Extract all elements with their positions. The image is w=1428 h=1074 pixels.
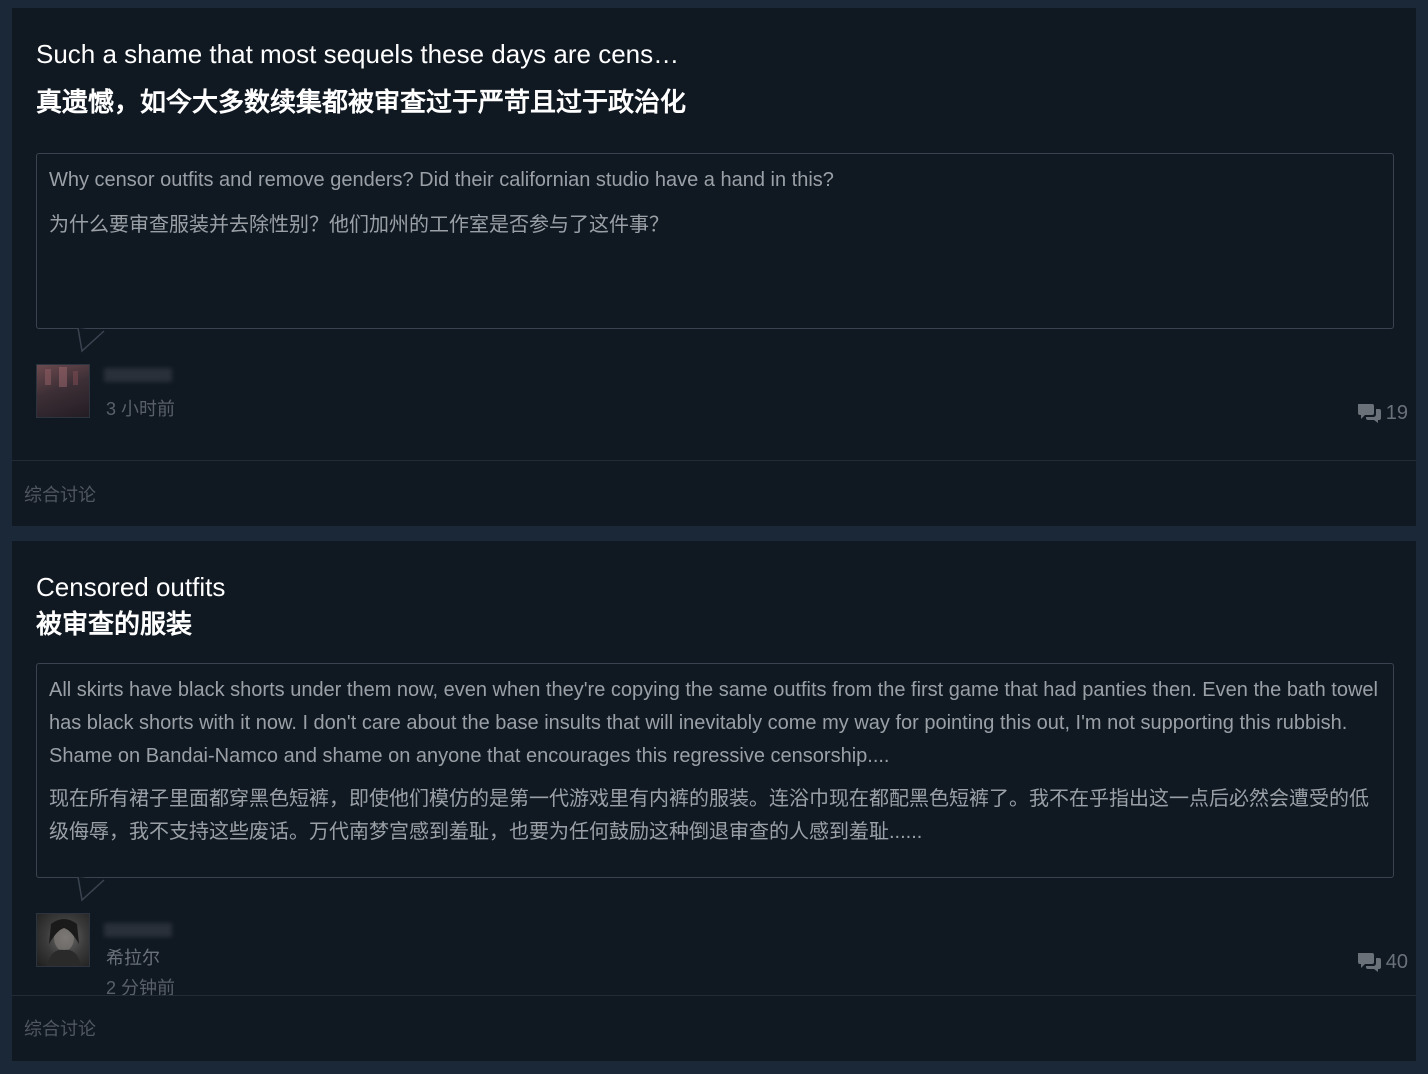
thread-title-en[interactable]: Such a shame that most sequels these day… <box>36 38 679 70</box>
author-avatar[interactable] <box>36 913 90 967</box>
thread-title-zh[interactable]: 被审查的服装 <box>36 608 192 640</box>
thread-card[interactable]: Censored outfits 被审查的服装 All skirts have … <box>12 541 1416 1061</box>
divider <box>12 995 1416 996</box>
speech-bubbles-icon <box>1357 953 1381 972</box>
thread-preview-bubble[interactable]: Why censor outfits and remove genders? D… <box>36 153 1394 329</box>
reply-count: 40 <box>1356 950 1408 974</box>
thread-preview-bubble[interactable]: All skirts have black shorts under them … <box>36 663 1394 878</box>
reply-count: 19 <box>1356 401 1408 425</box>
thread-title-zh[interactable]: 真遗憾，如今大多数续集都被审查过于严苛且过于政治化 <box>36 86 686 118</box>
author-name-redacted[interactable] <box>104 368 172 382</box>
author-name-redacted[interactable] <box>104 923 172 937</box>
forum-name[interactable]: 综合讨论 <box>24 1017 96 1041</box>
reply-count-value: 40 <box>1385 951 1408 973</box>
thread-preview-en: All skirts have black shorts under them … <box>49 679 1378 767</box>
bubble-tail-icon <box>77 327 105 353</box>
reply-count-value: 19 <box>1385 402 1408 424</box>
post-time: 2 分钟前 <box>106 978 176 998</box>
post-time: 3 小时前 <box>106 399 176 419</box>
author-name[interactable]: 希拉尔 <box>106 946 160 970</box>
author-avatar[interactable] <box>36 364 90 418</box>
divider <box>12 460 1416 461</box>
thread-preview-en: Why censor outfits and remove genders? D… <box>49 169 834 191</box>
thread-preview-zh: 为什么要审查服装并去除性别？他们加州的工作室是否参与了这件事？ <box>49 214 669 236</box>
thread-card[interactable]: Such a shame that most sequels these day… <box>12 8 1416 526</box>
thread-title-en[interactable]: Censored outfits <box>36 571 225 603</box>
speech-bubbles-icon <box>1357 404 1381 423</box>
bubble-tail-icon <box>77 876 105 902</box>
forum-name[interactable]: 综合讨论 <box>24 483 96 507</box>
thread-preview-zh: 现在所有裙子里面都穿黑色短裤，即使他们模仿的是第一代游戏里有内裤的服装。连浴巾现… <box>49 788 1369 843</box>
